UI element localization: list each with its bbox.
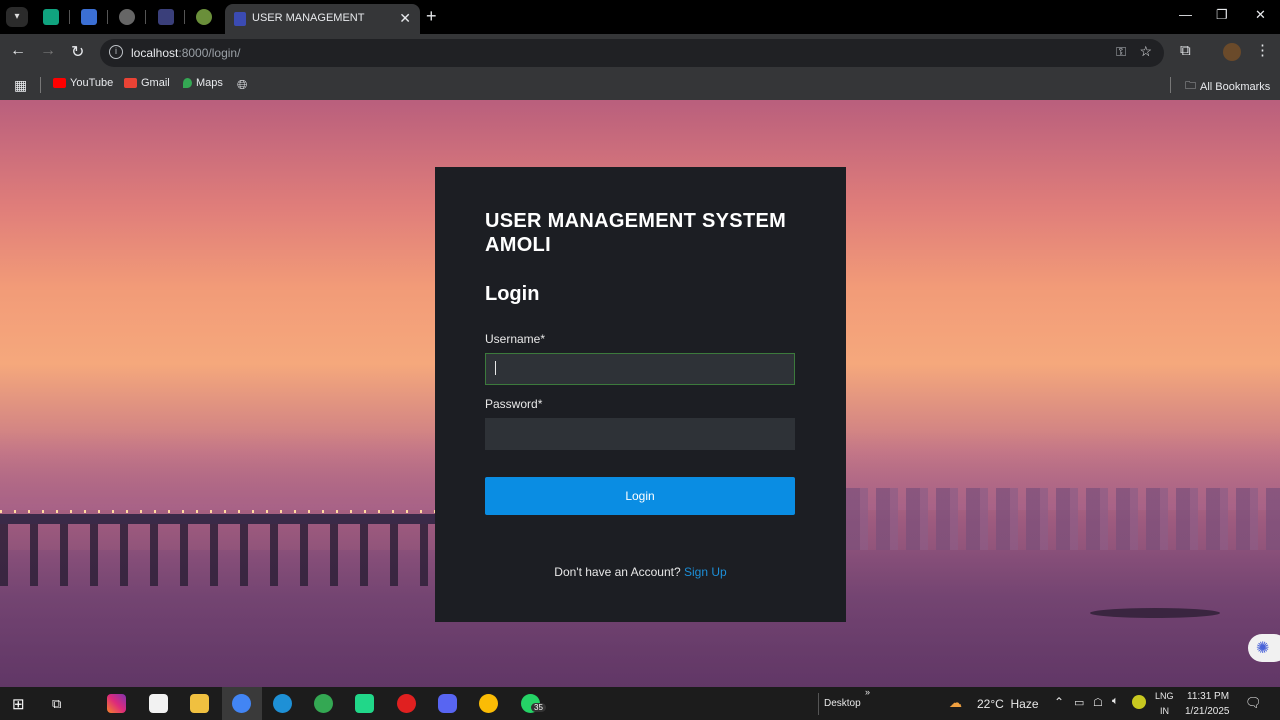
system-title: USER MANAGEMENT SYSTEM AMOLI xyxy=(485,210,787,256)
forward-arrow-icon[interactable]: → xyxy=(40,42,56,60)
username-label: Username* xyxy=(485,332,546,346)
password-key-icon[interactable]: ⚿ xyxy=(1116,44,1126,60)
login-card: USER MANAGEMENT SYSTEM AMOLI Login Usern… xyxy=(435,167,846,622)
bookmark-star-icon[interactable]: ☆ xyxy=(1139,43,1152,60)
text-caret xyxy=(495,361,496,375)
discord-icon[interactable] xyxy=(438,694,457,713)
tab-separator xyxy=(145,10,146,24)
weather-text[interactable]: 22°C Haze xyxy=(977,697,1039,711)
brain-icon: ✺ xyxy=(1256,640,1270,657)
background-skyline xyxy=(846,488,1280,550)
chrome-alt-icon[interactable] xyxy=(479,694,498,713)
bookmark-maps[interactable]: Maps xyxy=(183,77,223,89)
bookmark-separator xyxy=(1170,77,1171,93)
pinned-tab-site-icon[interactable] xyxy=(196,9,212,25)
active-tab[interactable]: USER MANAGEMENT ✕ xyxy=(225,4,420,34)
notification-icon[interactable]: 🗨︎ xyxy=(1245,695,1262,711)
pinned-tab-globe-icon[interactable] xyxy=(119,9,135,25)
apps-grid-icon[interactable]: ▦ xyxy=(14,77,27,94)
windows-start-icon[interactable]: ⊞ xyxy=(12,695,25,713)
instagram-icon[interactable] xyxy=(107,694,126,713)
more-menu-icon[interactable]: ⋮ xyxy=(1255,41,1270,59)
bookmark-youtube[interactable]: YouTube xyxy=(53,77,113,89)
chrome-icon[interactable] xyxy=(232,694,251,713)
browser-toolbar: ← → ↻ i localhost:8000/login/ ⚿ ☆ ⧉ ⋮ xyxy=(0,34,1280,72)
bookmark-globe-icon[interactable]: 🌐︎ xyxy=(237,77,247,93)
url-host: localhost xyxy=(131,46,179,60)
background-bridge-lights xyxy=(0,510,436,513)
volume-icon[interactable]: 🔈︎ xyxy=(1112,695,1119,708)
task-view-icon[interactable]: ⧉ xyxy=(52,696,61,712)
all-bookmarks[interactable]: 🗀︎ All Bookmarks xyxy=(1185,77,1270,96)
tray-chevron-icon[interactable]: ⌃ xyxy=(1054,695,1064,709)
bookmark-youtube-label: YouTube xyxy=(70,77,114,89)
file-explorer-icon[interactable] xyxy=(190,694,209,713)
desktop-chevron-icon[interactable]: » xyxy=(865,687,870,697)
tab-strip: ▾ USER MANAGEMENT ✕ + — ❐ ✕ xyxy=(0,0,1280,34)
capcut-icon[interactable] xyxy=(149,694,168,713)
tab-search-icon[interactable]: ▾ xyxy=(6,7,28,27)
pinned-tab-overleaf-icon[interactable] xyxy=(158,9,174,25)
url-text: localhost:8000/login/ xyxy=(131,46,240,60)
bookmark-maps-label: Maps xyxy=(196,77,223,89)
gmail-icon xyxy=(124,78,137,88)
language-region[interactable]: IN xyxy=(1160,706,1169,716)
bookmarks-bar: ▦ YouTube Gmail Maps 🌐︎ 🗀︎ All Bookmarks xyxy=(0,72,1280,100)
bookmark-gmail-label: Gmail xyxy=(141,77,170,89)
url-path: :8000/login/ xyxy=(178,46,241,60)
background-bridge-pillars xyxy=(0,524,436,586)
desktop-label[interactable]: Desktop xyxy=(824,698,861,709)
extensions-puzzle-icon[interactable]: ⧉ xyxy=(1180,42,1191,59)
password-input[interactable] xyxy=(485,418,795,450)
battery-icon[interactable]: ▭ xyxy=(1074,696,1084,709)
page-viewport: USER MANAGEMENT SYSTEM AMOLI Login Usern… xyxy=(0,100,1280,687)
edge-icon[interactable] xyxy=(273,694,292,713)
signup-prompt: Don't have an Account? Sign Up xyxy=(435,565,846,579)
signup-prompt-text: Don't have an Account? xyxy=(554,565,681,579)
taskbar: ⊞ ⧉ 35 Desktop » ☁ 22°C Haze ⌃ ▭ ☖ 🔈︎ LN… xyxy=(0,687,1280,720)
pycharm-icon[interactable] xyxy=(355,694,374,713)
password-label: Password* xyxy=(485,397,543,411)
tab-separator xyxy=(184,10,185,24)
weather-icon[interactable]: ☁ xyxy=(949,695,962,711)
maps-pin-icon xyxy=(183,78,192,88)
language-code[interactable]: LNG xyxy=(1155,691,1174,701)
username-input[interactable] xyxy=(485,353,795,385)
maximize-icon[interactable]: ❐ xyxy=(1216,7,1228,23)
address-bar[interactable]: i localhost:8000/login/ ⚿ ☆ xyxy=(100,39,1164,67)
background-rocks xyxy=(1090,608,1220,618)
pinned-tab-app-icon[interactable] xyxy=(81,9,97,25)
tab-separator xyxy=(107,10,108,24)
login-button[interactable]: Login xyxy=(485,477,795,515)
recorder-icon[interactable] xyxy=(397,694,416,713)
profile-avatar[interactable] xyxy=(1223,43,1241,61)
whatsapp-badge: 35 xyxy=(531,703,546,712)
bookmark-gmail[interactable]: Gmail xyxy=(124,77,170,89)
background-bridge xyxy=(0,514,436,524)
tab-title: USER MANAGEMENT xyxy=(252,12,365,24)
window-close-icon[interactable]: ✕ xyxy=(1255,7,1266,23)
clock-time[interactable]: 11:31 PM xyxy=(1187,691,1229,702)
clock-date[interactable]: 1/21/2025 xyxy=(1185,706,1230,717)
tab-separator xyxy=(69,10,70,24)
floating-extension-button[interactable]: ✺ xyxy=(1248,634,1280,662)
folder-icon: 🗀︎ xyxy=(1185,80,1196,92)
site-info-icon[interactable]: i xyxy=(109,45,123,59)
minimize-icon[interactable]: — xyxy=(1179,7,1192,22)
bookmark-separator xyxy=(40,77,41,93)
taskbar-separator xyxy=(818,693,819,715)
tab-favicon-icon xyxy=(234,12,246,26)
signup-link[interactable]: Sign Up xyxy=(684,565,727,579)
new-tab-icon[interactable]: + xyxy=(426,6,437,27)
back-arrow-icon[interactable]: ← xyxy=(10,42,26,60)
reload-icon[interactable]: ↻ xyxy=(71,42,84,62)
chrome-profile-icon[interactable] xyxy=(314,694,333,713)
tab-close-icon[interactable]: ✕ xyxy=(399,10,411,27)
youtube-icon xyxy=(53,78,66,88)
login-heading: Login xyxy=(485,283,540,305)
status-app-icon[interactable] xyxy=(1132,695,1146,709)
pinned-tab-chatgpt-icon[interactable] xyxy=(43,9,59,25)
all-bookmarks-label: All Bookmarks xyxy=(1200,80,1271,93)
network-icon[interactable]: ☖ xyxy=(1093,696,1103,709)
